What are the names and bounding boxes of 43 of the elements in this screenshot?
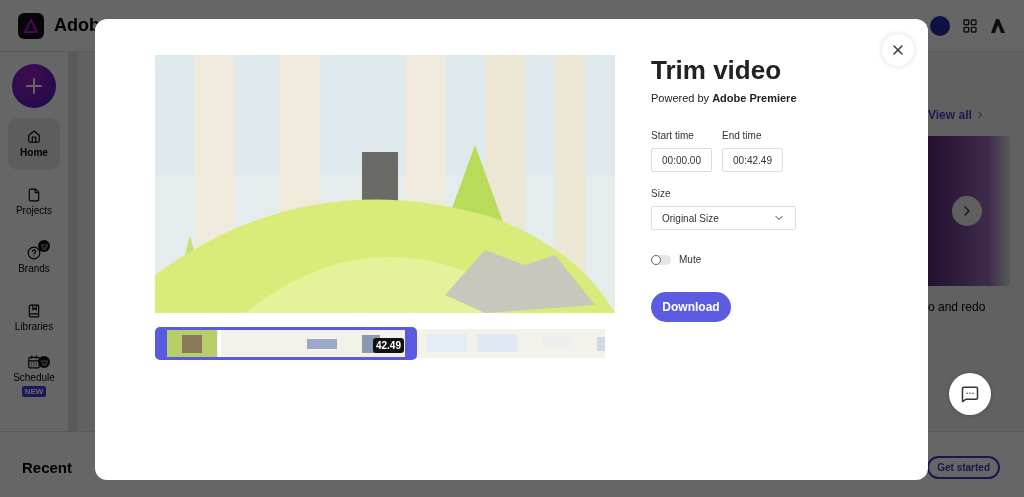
apps-icon[interactable] <box>962 17 978 34</box>
section-title: Recent <box>22 459 73 476</box>
sidebar-label: Home <box>20 147 48 158</box>
sidebar-item[interactable]: Libraries <box>8 292 60 344</box>
duration-label: 42.49 <box>372 338 404 353</box>
size-dropdown[interactable]: Original Size <box>651 206 796 230</box>
field-label: Start time <box>651 130 695 141</box>
sidebar-label: Brands <box>18 263 50 274</box>
mute-toggle[interactable] <box>651 254 671 265</box>
create-button[interactable] <box>12 64 56 108</box>
get-started-button[interactable]: Get started <box>927 456 1000 479</box>
toggle-label: Mute <box>679 254 702 265</box>
home-icon <box>27 130 41 144</box>
field-label: Size <box>651 188 672 199</box>
sidebar-label: Libraries <box>14 321 54 332</box>
library-icon <box>27 304 41 318</box>
card-caption: o and redo <box>927 300 987 314</box>
crown-icon <box>38 356 50 368</box>
sidebar-item[interactable]: Schedule NEW <box>8 350 60 402</box>
crown-icon <box>38 240 50 252</box>
chat-icon <box>961 385 979 403</box>
file-icon <box>27 188 41 202</box>
view-all-link[interactable]: View all <box>900 108 1010 122</box>
sidebar-item[interactable]: Brands <box>8 234 60 286</box>
sidebar-label: Projects <box>15 205 53 216</box>
sidebar-label: Schedule <box>13 372 55 383</box>
download-button[interactable]: Download <box>651 292 731 322</box>
sidebar-item[interactable]: Home <box>8 118 60 170</box>
chat-button[interactable] <box>949 373 991 415</box>
sidebar-item[interactable]: Projects <box>8 176 60 228</box>
trim-selection[interactable]: 42.49 <box>155 327 417 360</box>
avatar[interactable] <box>930 15 950 36</box>
calendar-icon <box>27 355 41 369</box>
dialog-subtitle: Powered by Adobe Premiere <box>651 92 797 104</box>
logo-icon[interactable] <box>990 17 1006 34</box>
dialog-title: Trim video <box>651 55 783 86</box>
logo-icon <box>18 12 44 39</box>
close-button[interactable] <box>882 34 914 66</box>
field-label: End time <box>722 130 763 141</box>
new-badge: NEW <box>21 386 47 397</box>
end-time-field[interactable]: 00:42.49 <box>722 148 783 172</box>
next-button[interactable] <box>952 196 982 226</box>
start-time-field[interactable]: 00:00.00 <box>651 148 712 172</box>
